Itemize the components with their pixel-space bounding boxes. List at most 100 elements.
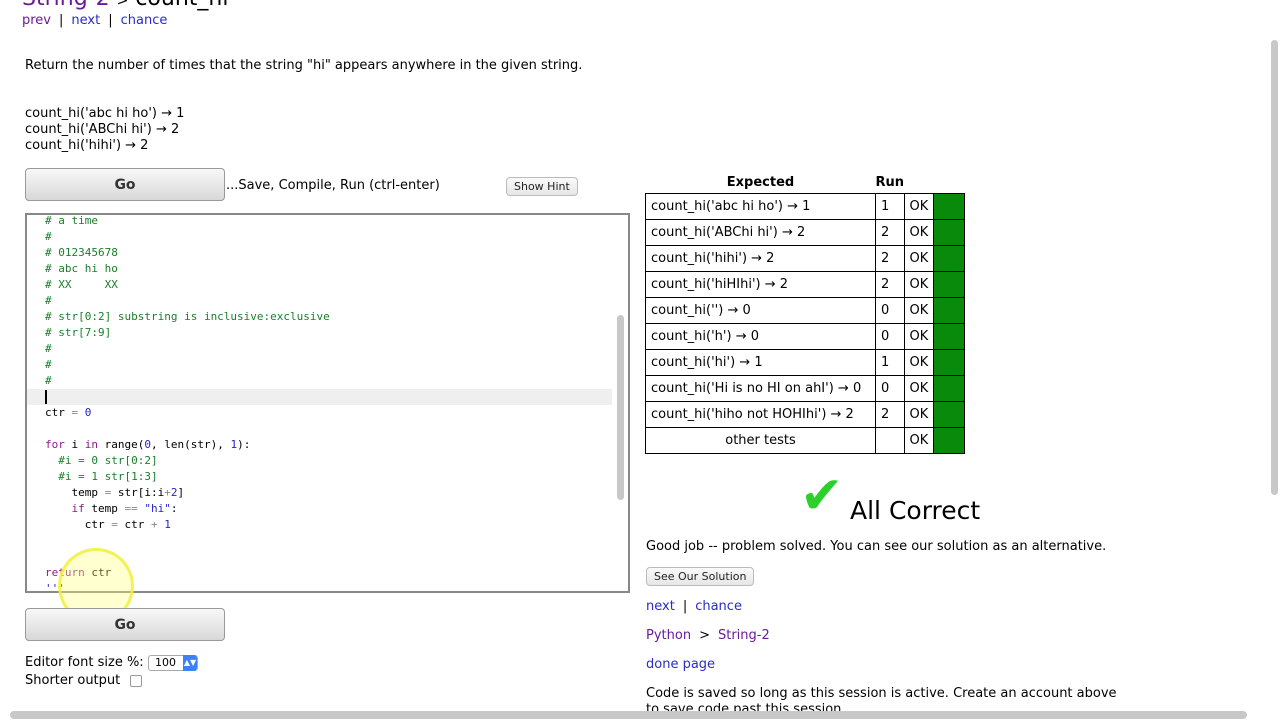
code-token: i xyxy=(64,438,85,451)
expected-cell: count_hi('h') → 0 xyxy=(645,323,876,350)
result-row: other tests OK xyxy=(645,427,966,454)
code-token: # str[0:2] substring is inclusive:exclus… xyxy=(45,310,330,323)
status-cell: OK xyxy=(903,245,935,272)
results-table: Expected Run count_hi('abc hi ho') → 1 1… xyxy=(645,174,966,454)
code-editor[interactable]: # a time # # 012345678 # abc hi ho # XX XX # #… xyxy=(25,213,630,593)
expected-header: Expected xyxy=(726,174,795,190)
go-button-bottom[interactable]: Go xyxy=(25,608,225,641)
code-line[interactable]: # str[7:9] xyxy=(45,325,330,341)
expected-cell: count_hi('abc hi ho') → 1 xyxy=(645,193,876,220)
code-token: in xyxy=(84,438,98,451)
section-link[interactable]: String-2 xyxy=(22,0,110,11)
code-token: # abc hi ho xyxy=(45,262,118,275)
code-content[interactable]: # a time # # 012345678 # abc hi ho # XX XX # #… xyxy=(45,215,330,591)
pass-indicator xyxy=(933,323,966,350)
pass-indicator xyxy=(933,401,966,428)
code-line[interactable]: temp = str[i:i+2] xyxy=(45,485,330,501)
code-token: temp xyxy=(45,486,105,499)
see-solution-button[interactable]: See Our Solution xyxy=(646,567,755,586)
code-token: "hi" xyxy=(137,502,171,515)
code-line[interactable]: # xyxy=(45,373,330,389)
code-line[interactable]: # XX XX xyxy=(45,277,330,293)
problem-description: Return the number of times that the stri… xyxy=(25,58,583,73)
code-token: , len(str), xyxy=(150,438,231,451)
next-link-bottom[interactable]: next xyxy=(646,599,675,614)
string2-link[interactable]: String-2 xyxy=(718,628,770,643)
next-link[interactable]: next xyxy=(71,13,100,28)
page-vertical-scrollbar[interactable] xyxy=(1271,40,1278,495)
pass-indicator xyxy=(933,427,966,454)
chance-link-bottom[interactable]: chance xyxy=(695,599,742,614)
code-line[interactable]: # xyxy=(45,357,330,373)
code-token: range( xyxy=(98,438,145,451)
font-size-select[interactable]: 100 ▲▼ xyxy=(148,655,198,671)
code-line[interactable]: # xyxy=(45,293,330,309)
code-line[interactable]: # abc hi ho xyxy=(45,261,330,277)
go-button[interactable]: Go xyxy=(25,168,225,201)
example: count_hi('hihi') → 2 xyxy=(25,138,149,153)
code-token: ctr xyxy=(45,406,72,419)
code-token: == xyxy=(124,502,138,515)
result-row: count_hi('Hi is no HI on ahI') → 0 0 OK xyxy=(645,375,966,402)
run-cell: 2 xyxy=(875,401,905,428)
text-caret xyxy=(45,390,47,404)
example: count_hi('ABChi hi') → 2 xyxy=(25,122,180,137)
code-line[interactable]: # str[0:2] substring is inclusive:exclus… xyxy=(45,309,330,325)
run-cell: 2 xyxy=(875,219,905,246)
done-page-link[interactable]: done page xyxy=(646,657,715,672)
code-token: ctr xyxy=(45,518,112,531)
expected-cell: count_hi('Hi is no HI on ahI') → 0 xyxy=(645,375,876,402)
code-line[interactable]: for i in range(0, len(str), 1): xyxy=(45,437,330,453)
code-token: # xyxy=(45,358,52,371)
pass-indicator xyxy=(933,193,966,220)
run-cell: 2 xyxy=(875,271,905,298)
code-token: ): xyxy=(237,438,251,451)
run-cell: 0 xyxy=(875,375,905,402)
code-line[interactable]: #i = 0 str[0:2] xyxy=(45,453,330,469)
shorter-output-checkbox[interactable] xyxy=(130,675,142,687)
result-row: count_hi('h') → 0 0 OK xyxy=(645,323,966,350)
code-token: str[i:i xyxy=(111,486,165,499)
code-line[interactable]: # xyxy=(45,229,330,245)
verdict-text: All Correct xyxy=(850,496,981,525)
status-cell: OK xyxy=(903,297,935,324)
code-token: temp xyxy=(84,502,125,515)
result-row: count_hi('') → 0 0 OK xyxy=(645,297,966,324)
code-token: #i = 0 str[0:2] xyxy=(45,454,158,467)
code-line[interactable] xyxy=(45,533,330,549)
code-token: 1 xyxy=(157,518,171,531)
result-row: count_hi('hihi') → 2 2 OK xyxy=(645,245,966,272)
save-note: Code is saved so long as this session is… xyxy=(646,686,1117,701)
result-row: count_hi('ABChi hi') → 2 2 OK xyxy=(645,219,966,246)
chance-link[interactable]: chance xyxy=(121,13,168,28)
code-line[interactable]: #i = 1 str[1:3] xyxy=(45,469,330,485)
run-cell: 0 xyxy=(875,323,905,350)
page-horizontal-scrollbar[interactable] xyxy=(10,711,1247,719)
code-line[interactable]: # xyxy=(45,341,330,357)
code-line[interactable]: # a time xyxy=(45,215,330,229)
expected-cell: count_hi('hiHIhi') → 2 xyxy=(645,271,876,298)
python-link[interactable]: Python xyxy=(646,628,691,643)
code-token: # 012345678 xyxy=(45,246,118,259)
editor-scrollbar[interactable] xyxy=(617,315,624,500)
code-line[interactable]: ctr = 0 xyxy=(45,405,330,421)
code-token: : xyxy=(170,502,178,515)
code-token: # xyxy=(45,374,52,387)
example: count_hi('abc hi ho') → 1 xyxy=(25,106,185,121)
code-line[interactable] xyxy=(45,421,330,437)
code-line[interactable] xyxy=(45,389,330,405)
pass-indicator xyxy=(933,375,966,402)
result-row: count_hi('hiho not HOHIhi') → 2 2 OK xyxy=(645,401,966,428)
run-cell: 1 xyxy=(875,193,905,220)
code-token: #i = 1 str[1:3] xyxy=(45,470,158,483)
feedback-message: Good job -- problem solved. You can see … xyxy=(646,539,1107,554)
run-header: Run xyxy=(875,174,905,190)
status-cell: OK xyxy=(903,349,935,376)
show-hint-button[interactable]: Show Hint xyxy=(506,177,578,196)
code-line[interactable]: if temp == "hi": xyxy=(45,501,330,517)
prev-link[interactable]: prev xyxy=(22,13,51,28)
code-line[interactable]: ctr = ctr + 1 xyxy=(45,517,330,533)
run-cell: 0 xyxy=(875,297,905,324)
code-line[interactable]: # 012345678 xyxy=(45,245,330,261)
status-cell: OK xyxy=(903,323,935,350)
